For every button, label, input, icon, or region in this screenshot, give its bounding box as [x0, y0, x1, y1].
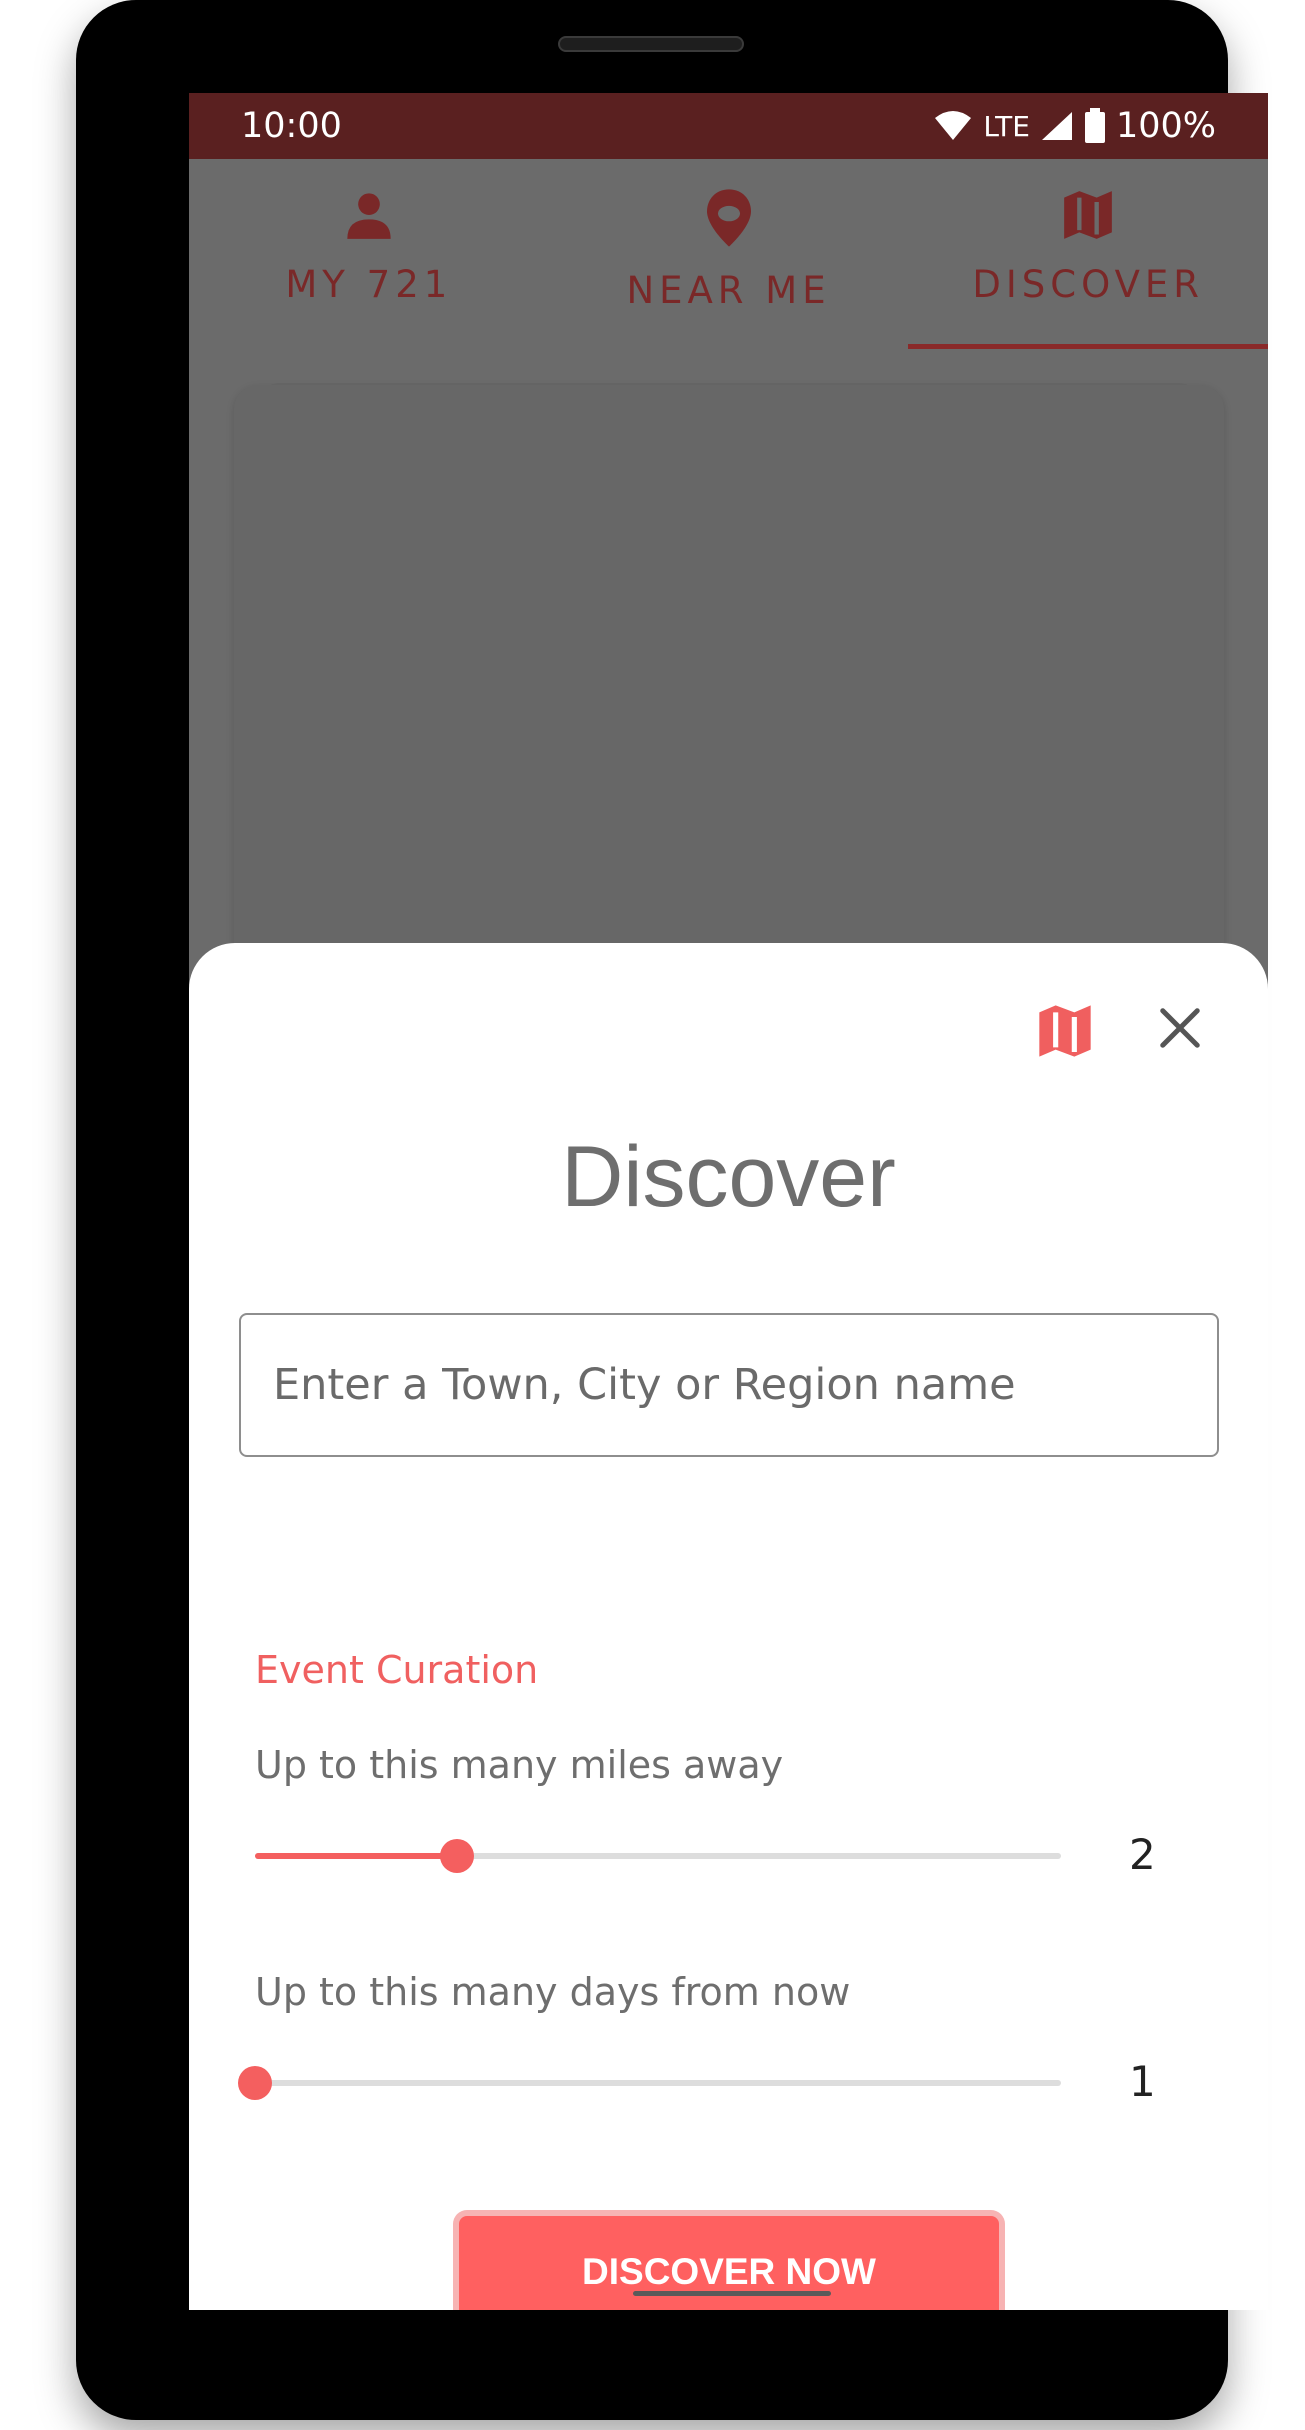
status-icons: LTE 100%: [933, 106, 1216, 146]
days-value: 1: [1129, 2057, 1156, 2106]
home-indicator[interactable]: [633, 2291, 831, 2296]
discover-bottom-sheet: Discover Event Curation Up to this many …: [189, 943, 1268, 2310]
slider-fill: [255, 1853, 457, 1859]
wifi-icon: [935, 111, 972, 140]
days-slider-label: Up to this many days from now: [255, 1970, 851, 2014]
slider-track: [255, 2080, 1061, 2086]
tab-label: MY 721: [285, 263, 453, 306]
signal-icon: [1041, 112, 1072, 140]
speaker-grille: [558, 36, 744, 52]
battery-level: 100%: [1115, 106, 1216, 146]
tab-my-721[interactable]: MY 721: [189, 159, 549, 351]
status-time: 10:00: [241, 106, 342, 146]
slider-thumb[interactable]: [439, 1839, 474, 1873]
miles-slider[interactable]: [255, 1836, 1061, 1876]
tab-label: NEAR ME: [626, 269, 831, 312]
days-slider[interactable]: [238, 2063, 1061, 2103]
person-icon: [347, 193, 391, 239]
miles-slider-label: Up to this many miles away: [255, 1743, 784, 1787]
location-pin-icon: [706, 189, 751, 247]
network-type: LTE: [983, 109, 1030, 143]
tab-near-me[interactable]: NEAR ME: [549, 159, 909, 351]
slider-thumb[interactable]: [238, 2066, 272, 2100]
close-icon[interactable]: [1157, 1005, 1203, 1051]
phone-frame: 10:00 LTE 100% MY 721 NEAR ME DISCOVER D…: [76, 0, 1268, 2420]
sheet-title: Discover: [561, 1129, 896, 1225]
tab-bar: MY 721 NEAR ME DISCOVER: [189, 159, 1268, 351]
tab-label: DISCOVER: [972, 263, 1204, 306]
map-icon[interactable]: [1037, 1003, 1093, 1059]
tab-discover[interactable]: DISCOVER: [908, 159, 1268, 351]
location-search-input[interactable]: [239, 1313, 1219, 1457]
event-curation-label: Event Curation: [255, 1648, 539, 1692]
map-icon: [1064, 191, 1113, 239]
battery-icon: [1084, 108, 1105, 143]
status-bar: 10:00 LTE 100%: [189, 93, 1268, 159]
miles-value: 2: [1129, 1830, 1156, 1879]
screen: 10:00 LTE 100% MY 721 NEAR ME DISCOVER D…: [189, 93, 1268, 2310]
